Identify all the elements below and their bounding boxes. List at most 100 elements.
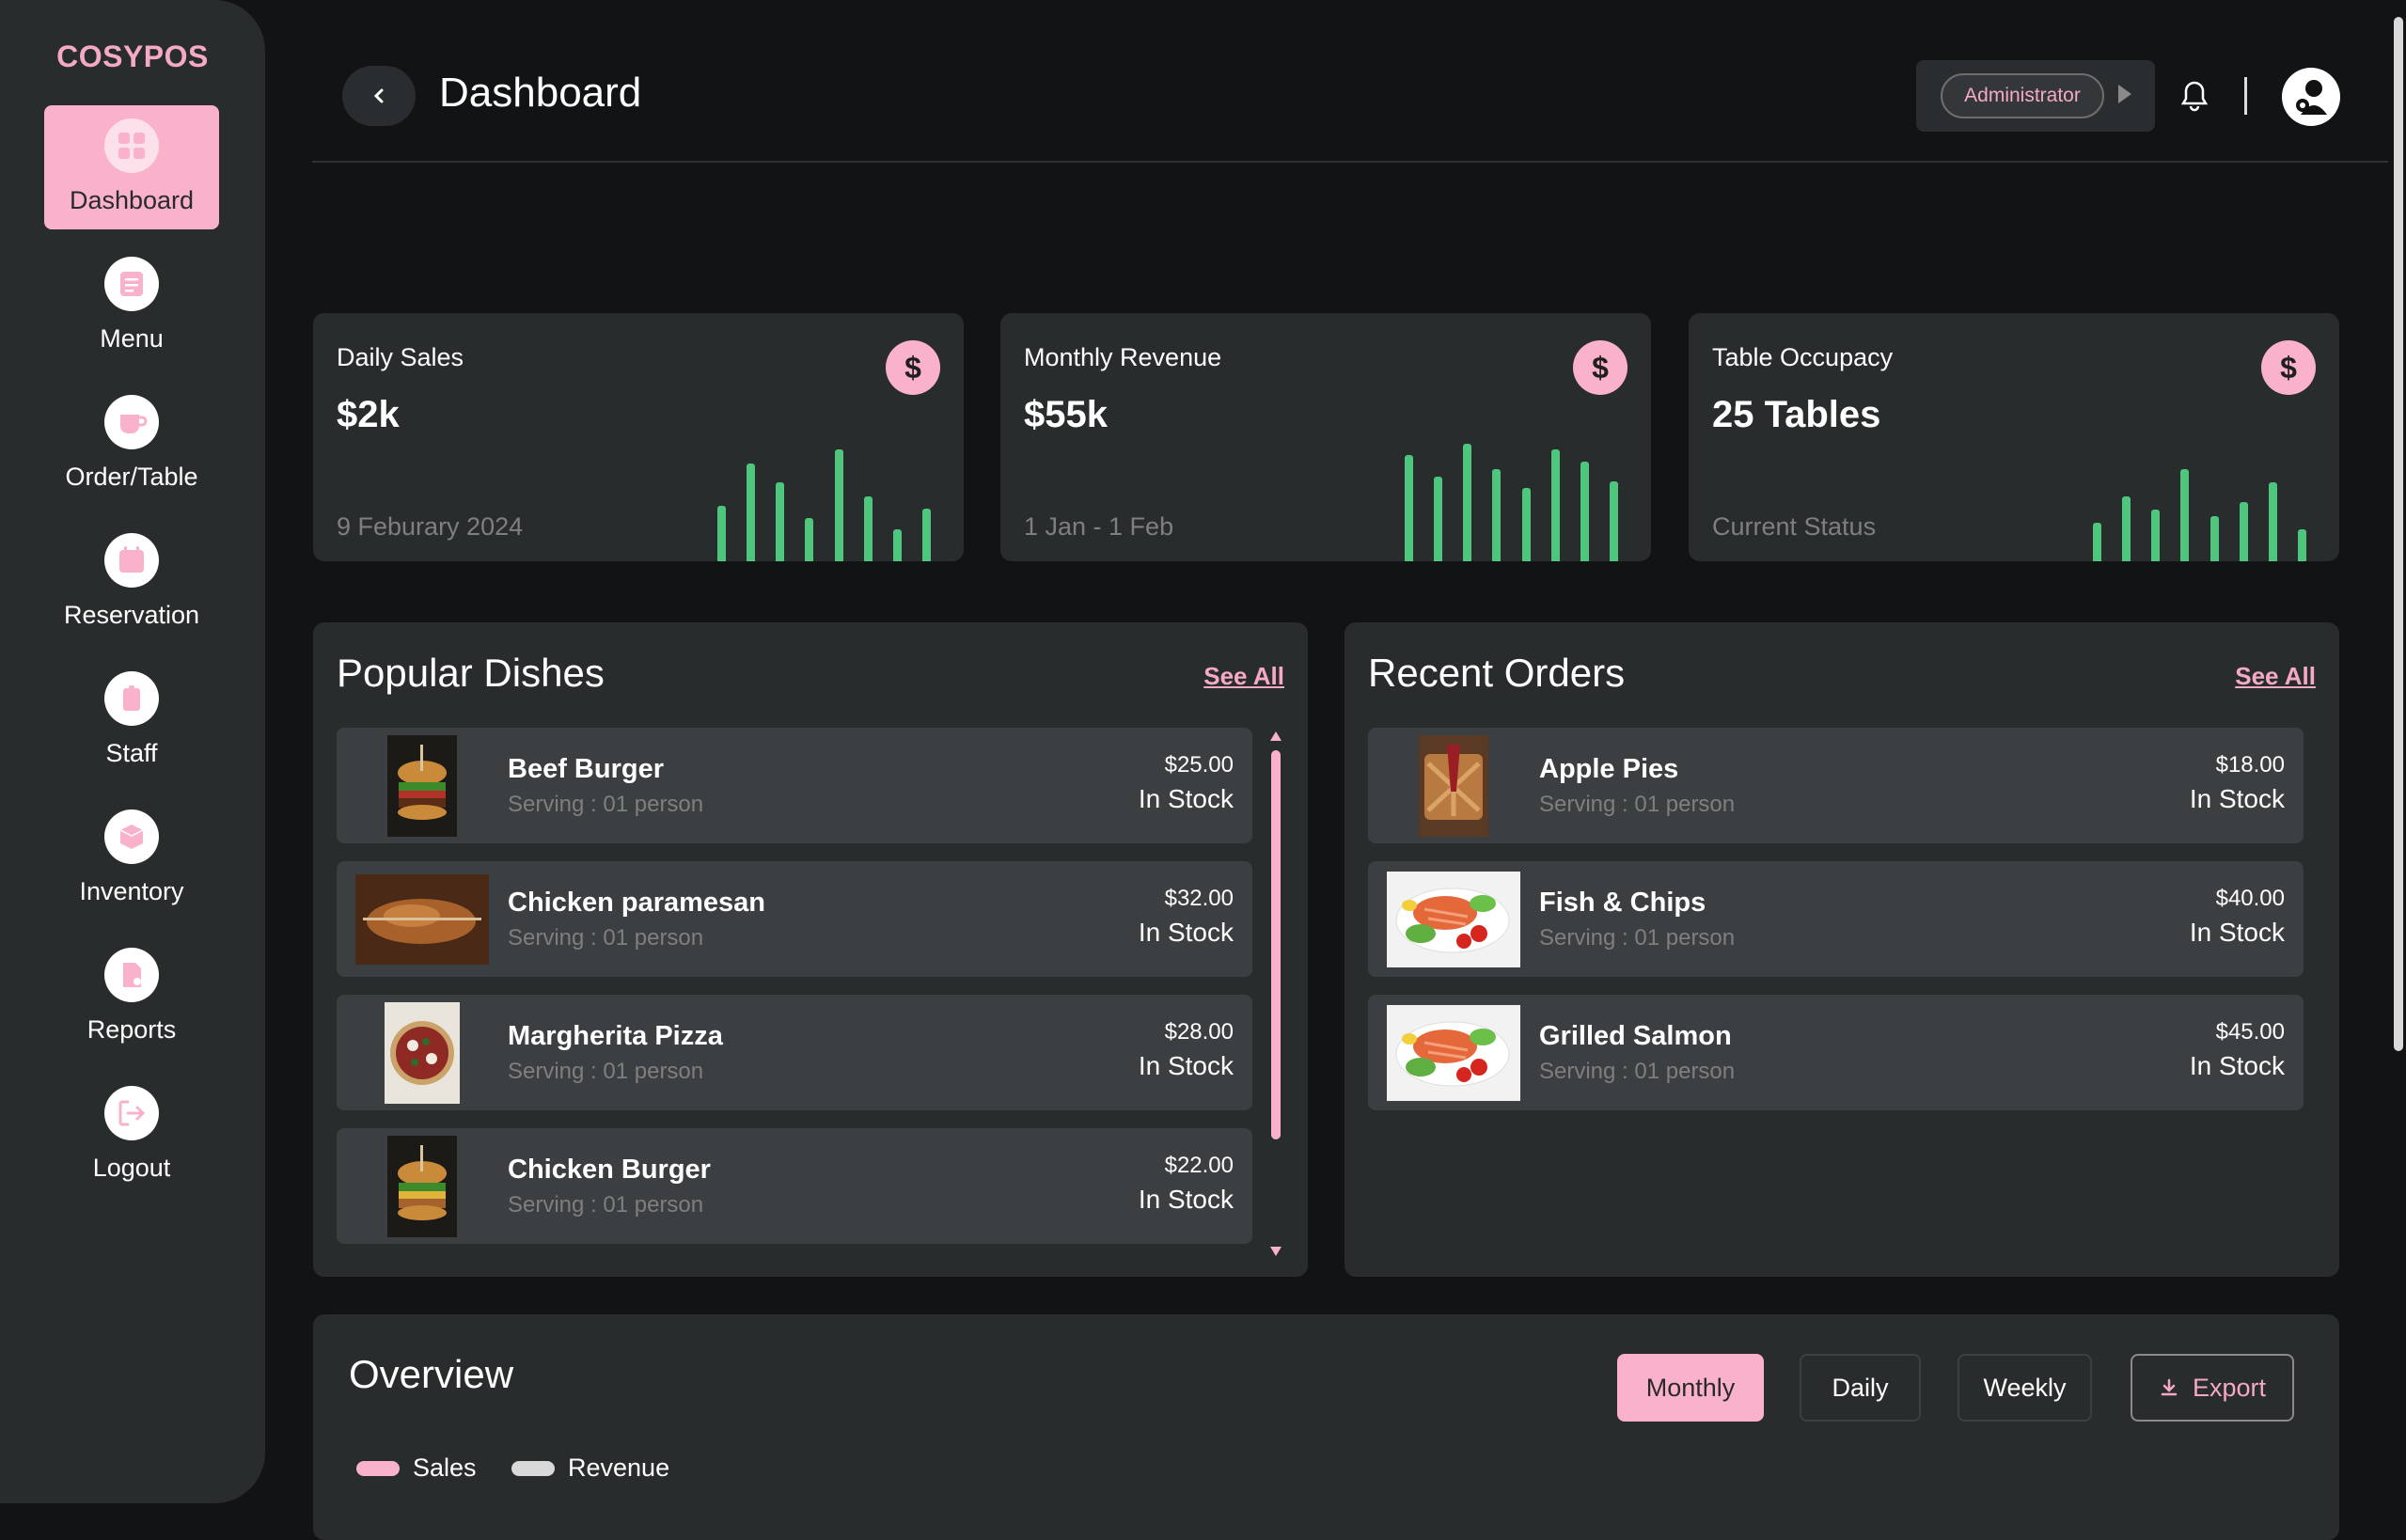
dish-serving: Serving : 01 person: [1539, 792, 1736, 817]
stat-card-table-occupancy: Table Occupacy 25 Tables Current Status …: [1689, 313, 2339, 561]
dish-price: $25.00: [1164, 752, 1234, 778]
sidebar-item-staff[interactable]: Staff: [44, 658, 219, 782]
role-button[interactable]: Administrator: [1941, 73, 2104, 118]
chevron-left-icon: [373, 88, 384, 103]
list-scrollbar[interactable]: [1267, 730, 1284, 1258]
page-title: Dashboard: [439, 70, 642, 116]
legend-swatch: [511, 1460, 555, 1476]
app-logo: COSYPOS: [56, 39, 209, 73]
play-arrow-icon[interactable]: [2118, 85, 2131, 103]
mini-bar: [2151, 510, 2161, 561]
legend-label: Revenue: [568, 1454, 670, 1482]
window-scrollbar[interactable]: [2394, 17, 2403, 1051]
sidebar: COSYPOS Dashboard Menu Order/Table Reser…: [0, 0, 265, 1503]
list-item[interactable]: Margherita Pizza Serving : 01 person $28…: [337, 995, 1252, 1110]
weekly-button[interactable]: Weekly: [1958, 1354, 2092, 1422]
legend-label: Sales: [413, 1454, 477, 1482]
dish-stock: In Stock: [2189, 784, 2285, 813]
mini-bar: [2121, 496, 2131, 561]
dish-name: Chicken paramesan: [508, 888, 766, 918]
staff-icon: [104, 671, 159, 726]
mini-bar: [805, 518, 814, 561]
download-icon: [2161, 1378, 2178, 1396]
mini-bar: [863, 496, 873, 561]
sidebar-item-logout[interactable]: Logout: [44, 1073, 219, 1197]
overview-panel: Overview Monthly Daily Weekly Export Sal…: [313, 1314, 2339, 1540]
mini-bar: [746, 464, 755, 561]
sidebar-item-dashboard[interactable]: Dashboard: [44, 105, 219, 229]
dish-price: $28.00: [1164, 1019, 1234, 1045]
mini-bar: [893, 529, 903, 561]
scrollbar-thumb[interactable]: [1271, 750, 1281, 1139]
mini-bar: [922, 509, 932, 561]
dish-price: $32.00: [1164, 886, 1234, 911]
dollar-icon: $: [1573, 340, 1628, 395]
box-icon: [104, 809, 159, 864]
mini-bar: [1492, 469, 1502, 561]
stat-subtitle: 9 Feburary 2024: [337, 512, 524, 541]
list-item[interactable]: Grilled Salmon Serving : 01 person $45.0…: [1368, 995, 2304, 1110]
monthly-button[interactable]: Monthly: [1617, 1354, 1764, 1422]
panel-title: Popular Dishes: [337, 651, 605, 695]
dish-serving: Serving : 01 person: [508, 1192, 704, 1218]
list-item[interactable]: Chicken paramesan Serving : 01 person $3…: [337, 861, 1252, 977]
see-all-link[interactable]: See All: [2235, 662, 2316, 691]
header-divider: [2244, 77, 2247, 115]
dish-name: Grilled Salmon: [1539, 1021, 1732, 1051]
stat-value: 25 Tables: [1712, 394, 1881, 435]
mini-bar: [2269, 482, 2278, 561]
bell-icon[interactable]: [2178, 79, 2210, 113]
avatar[interactable]: [2282, 68, 2340, 126]
overview-title: Overview: [349, 1352, 514, 1396]
dish-stock: In Stock: [1138, 918, 1234, 947]
sidebar-item-label: Reports: [86, 1015, 177, 1044]
sidebar-item-order-table[interactable]: Order/Table: [44, 382, 219, 506]
stat-subtitle: 1 Jan - 1 Feb: [1024, 512, 1174, 541]
sidebar-item-label: Inventory: [79, 877, 184, 905]
dollar-icon: $: [886, 340, 940, 395]
recent-orders-panel: Recent Orders See All Apple Pies Serving…: [1345, 622, 2339, 1277]
dish-price: $18.00: [2215, 752, 2285, 778]
dish-stock: In Stock: [2189, 1051, 2285, 1080]
see-all-link[interactable]: See All: [1203, 662, 1284, 691]
list-item[interactable]: Fish & Chips Serving : 01 person $40.00 …: [1368, 861, 2304, 977]
sidebar-item-reports[interactable]: Reports: [44, 935, 219, 1059]
daily-button[interactable]: Daily: [1800, 1354, 1921, 1422]
grid-icon: [104, 118, 159, 173]
stat-card-monthly-revenue: Monthly Revenue $55k 1 Jan - 1 Feb $: [1000, 313, 1651, 561]
dish-price: $40.00: [2215, 886, 2285, 911]
mini-bar: [1433, 477, 1442, 561]
sidebar-item-menu[interactable]: Menu: [44, 244, 219, 368]
sidebar-item-label: Dashboard: [69, 186, 195, 214]
mini-bar: [834, 449, 843, 561]
mini-bar: [2239, 502, 2248, 561]
sidebar-item-inventory[interactable]: Inventory: [44, 796, 219, 920]
dish-image: [355, 871, 489, 967]
dish-serving: Serving : 01 person: [508, 925, 704, 951]
list-item[interactable]: Apple Pies Serving : 01 person $18.00 In…: [1368, 728, 2304, 843]
sidebar-item-reservation[interactable]: Reservation: [44, 520, 219, 644]
legend-swatch: [356, 1460, 400, 1476]
stat-title: Table Occupacy: [1712, 343, 1894, 371]
sidebar-item-label: Menu: [100, 324, 164, 353]
mini-bar: [2180, 469, 2190, 561]
list-item[interactable]: Beef Burger Serving : 01 person $25.00 I…: [337, 728, 1252, 843]
dish-name: Apple Pies: [1539, 754, 1679, 784]
panel-title: Recent Orders: [1368, 651, 1626, 695]
scroll-up-arrow-icon[interactable]: [1270, 731, 1282, 741]
role-selector: Administrator: [1916, 60, 2155, 132]
cup-icon: [104, 395, 159, 449]
mini-bar: [1580, 462, 1590, 561]
mini-bar: [1463, 444, 1472, 561]
list-item[interactable]: Chicken Burger Serving : 01 person $22.0…: [337, 1128, 1252, 1244]
mini-bar: [1521, 488, 1531, 561]
export-button[interactable]: Export: [2131, 1354, 2294, 1422]
sidebar-item-label: Reservation: [63, 601, 200, 629]
export-label: Export: [2192, 1373, 2267, 1402]
dish-image: [1387, 871, 1520, 967]
scroll-down-arrow-icon[interactable]: [1270, 1247, 1282, 1256]
mini-bar: [716, 506, 726, 561]
mini-bar: [2092, 523, 2101, 561]
dish-image: [355, 1001, 489, 1104]
back-button[interactable]: [342, 66, 416, 126]
